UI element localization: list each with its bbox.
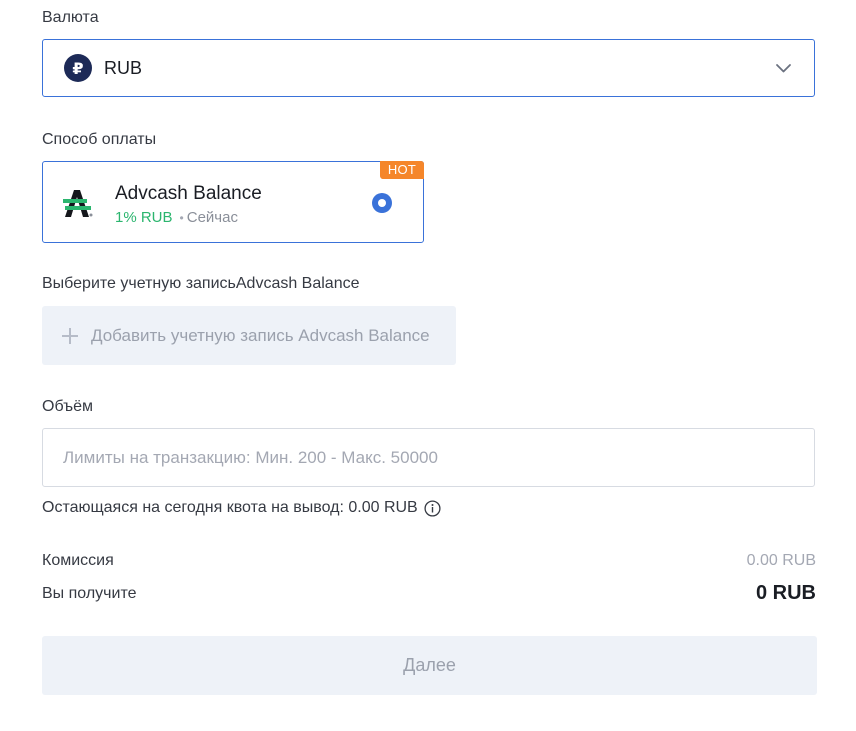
payment-method-fee: 1% RUB xyxy=(115,209,173,226)
hot-badge: HOT xyxy=(380,161,424,179)
payment-method-label: Способ оплаты xyxy=(42,131,157,148)
amount-input[interactable] xyxy=(42,428,815,487)
receive-value: 0 RUB xyxy=(755,582,816,604)
add-account-label: Добавить учетную запись Advcash Balance xyxy=(91,325,430,345)
advcash-logo-icon xyxy=(63,190,93,217)
payment-method-card-advcash[interactable]: HOT Advcash Balance 1% RUB • Сейчас xyxy=(42,161,424,243)
amount-label: Объём xyxy=(42,398,93,415)
receive-label: Вы получите xyxy=(42,585,137,602)
ruble-coin-icon: ₽ xyxy=(64,54,92,82)
add-account-button[interactable]: Добавить учетную запись Advcash Balance xyxy=(42,306,456,365)
separator-dot: • xyxy=(179,211,184,225)
payment-method-meta: 1% RUB • Сейчас xyxy=(115,209,238,226)
payment-method-radio[interactable] xyxy=(372,193,392,213)
fee-value: 0.00 RUB xyxy=(746,552,816,569)
fee-label: Комиссия xyxy=(42,552,114,569)
quota-text: Остающаяся на сегодня квота на вывод: 0.… xyxy=(42,499,418,516)
chevron-down-icon xyxy=(776,64,791,73)
account-label: Выберите учетную записьAdvcash Balance xyxy=(42,275,360,292)
payment-method-name: Advcash Balance xyxy=(115,183,262,204)
next-button[interactable]: Далее xyxy=(42,636,817,695)
payment-method-time: Сейчас xyxy=(186,209,238,226)
quota-info: Остающаяся на сегодня квота на вывод: 0.… xyxy=(42,499,441,517)
currency-selected-value: RUB xyxy=(104,57,143,78)
withdraw-form: Валюта ₽ RUB Способ оплаты HOT Advcash B… xyxy=(0,0,856,731)
radio-dot xyxy=(378,199,386,207)
plus-icon xyxy=(62,327,78,344)
currency-label: Валюта xyxy=(42,9,99,26)
info-icon[interactable] xyxy=(424,499,441,517)
currency-select[interactable]: ₽ RUB xyxy=(42,39,815,97)
